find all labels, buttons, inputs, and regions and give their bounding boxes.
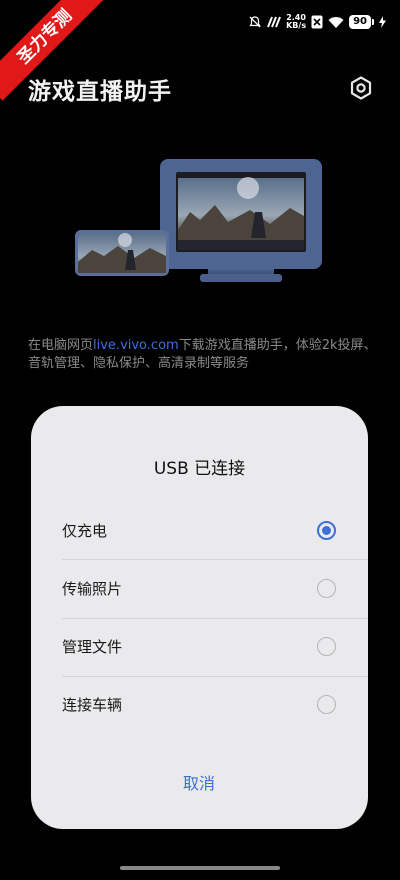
- dialog-title: USB 已连接: [153, 459, 246, 479]
- cancel-button[interactable]: 取消: [149, 766, 249, 802]
- option-transfer-photos[interactable]: 传输照片: [31, 560, 368, 618]
- signal-hd-icon: [267, 16, 282, 28]
- option-label: 传输照片: [62, 580, 123, 598]
- option-charge-only[interactable]: 仅充电: [31, 502, 368, 560]
- battery-level: 90: [349, 15, 371, 29]
- usb-connected-dialog: USB 已连接 仅充电 传输照片 管理文件 连接车辆 取消: [31, 406, 368, 829]
- settings-gear-icon[interactable]: [348, 75, 374, 101]
- option-label: 连接车辆: [62, 696, 123, 714]
- radio-unselected[interactable]: [317, 579, 336, 598]
- no-sim-icon: [311, 15, 323, 29]
- status-icons: 2.40 KB/s 90: [248, 12, 386, 32]
- home-indicator[interactable]: [120, 866, 280, 870]
- phone-graphic: [75, 230, 169, 276]
- phone-to-monitor-illustration: [75, 159, 322, 282]
- network-speed: 2.40 KB/s: [286, 14, 306, 30]
- option-connect-vehicle[interactable]: 连接车辆: [31, 676, 368, 734]
- radio-selected[interactable]: [317, 521, 336, 540]
- radio-unselected[interactable]: [317, 637, 336, 656]
- battery-indicator: 90: [349, 15, 374, 29]
- charging-bolt-icon: [379, 16, 386, 28]
- option-manage-files[interactable]: 管理文件: [31, 618, 368, 676]
- page-title: 游戏直播助手: [28, 79, 172, 105]
- website-link[interactable]: live.vivo.com: [93, 338, 179, 353]
- bell-off-icon: [249, 16, 261, 28]
- wifi-icon: [328, 16, 344, 28]
- description-prefix: 在电脑网页: [28, 338, 94, 353]
- monitor-graphic: [160, 159, 322, 282]
- network-speed-unit: KB/s: [286, 21, 307, 30]
- option-label: 仅充电: [62, 522, 108, 540]
- option-label: 管理文件: [62, 638, 123, 656]
- battery-tip: [372, 19, 374, 25]
- description-text: 在电脑网页live.vivo.com下载游戏直播助手，体验2k投屏、音轨管理、隐…: [28, 337, 378, 373]
- radio-unselected[interactable]: [317, 695, 336, 714]
